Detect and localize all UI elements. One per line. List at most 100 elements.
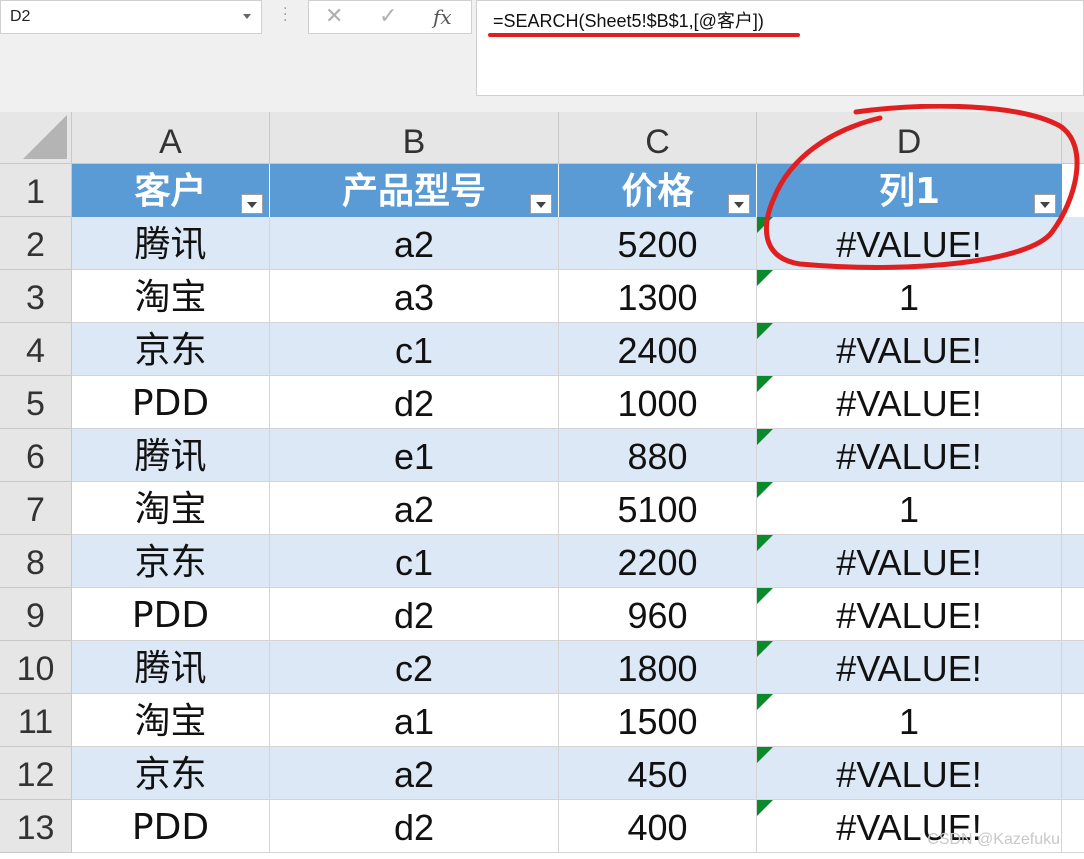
cell-price[interactable]: 1000 (559, 376, 757, 429)
cell-customer[interactable]: 腾讯 (72, 429, 270, 482)
cell-model[interactable]: a3 (270, 270, 559, 323)
error-indicator-icon[interactable] (757, 429, 773, 445)
cell-model[interactable]: a1 (270, 694, 559, 747)
error-indicator-icon[interactable] (757, 217, 773, 233)
cell-value: a2 (393, 754, 435, 795)
column-header-c[interactable]: C (559, 112, 757, 164)
cell-model[interactable]: a2 (270, 217, 559, 270)
row-header[interactable]: 13 (0, 800, 72, 853)
cell-model[interactable]: c2 (270, 641, 559, 694)
cell-search-result[interactable]: #VALUE! (757, 217, 1062, 270)
error-indicator-icon[interactable] (757, 694, 773, 710)
error-indicator-icon[interactable] (757, 747, 773, 763)
cell-customer[interactable]: PDD (72, 800, 270, 853)
table-header-price[interactable]: 价格 (559, 164, 757, 217)
row-header[interactable]: 9 (0, 588, 72, 641)
name-box[interactable]: D2 (0, 0, 262, 34)
cell-model[interactable]: d2 (270, 800, 559, 853)
cell-model[interactable]: a2 (270, 747, 559, 800)
error-indicator-icon[interactable] (757, 800, 773, 816)
row-header[interactable]: 2 (0, 217, 72, 270)
column-header-d[interactable]: D (757, 112, 1062, 164)
filter-dropdown-icon[interactable] (530, 194, 552, 214)
chevron-down-icon[interactable] (243, 14, 251, 19)
drag-handle-icon[interactable]: · · · (283, 2, 287, 28)
error-indicator-icon[interactable] (757, 535, 773, 551)
cell-customer[interactable]: 京东 (72, 535, 270, 588)
cell-customer[interactable]: 腾讯 (72, 641, 270, 694)
cell-model[interactable]: c1 (270, 535, 559, 588)
cell-customer[interactable]: 京东 (72, 323, 270, 376)
cell-value: PDD (131, 383, 210, 424)
column-header-b[interactable]: B (270, 112, 559, 164)
row-header[interactable]: 1 (0, 164, 72, 217)
cell-price[interactable]: 400 (559, 800, 757, 853)
cell-customer[interactable]: 淘宝 (72, 482, 270, 535)
cell-customer[interactable]: PDD (72, 588, 270, 641)
cell-price[interactable]: 1500 (559, 694, 757, 747)
table-header-customer[interactable]: 客户 (72, 164, 270, 217)
cell-value: 880 (627, 436, 688, 477)
cell-customer[interactable]: 淘宝 (72, 270, 270, 323)
cell-value: 淘宝 (134, 489, 207, 530)
formula-input[interactable]: =SEARCH(Sheet5!$B$1,[@客户]) (476, 0, 1084, 96)
cell-model[interactable]: d2 (270, 588, 559, 641)
cell-customer[interactable]: 京东 (72, 747, 270, 800)
error-indicator-icon[interactable] (757, 482, 773, 498)
error-indicator-icon[interactable] (757, 376, 773, 392)
cell-search-result[interactable]: 1 (757, 482, 1062, 535)
error-indicator-icon[interactable] (757, 588, 773, 604)
cell-price[interactable]: 450 (559, 747, 757, 800)
cell-overflow (1062, 323, 1084, 376)
cell-price[interactable]: 2400 (559, 323, 757, 376)
cell-model[interactable]: a2 (270, 482, 559, 535)
cell-search-result[interactable]: #VALUE! (757, 535, 1062, 588)
row-header[interactable]: 5 (0, 376, 72, 429)
cell-customer[interactable]: 腾讯 (72, 217, 270, 270)
cell-price[interactable]: 1300 (559, 270, 757, 323)
enter-icon[interactable]: ✓ (379, 4, 397, 29)
cell-customer[interactable]: PDD (72, 376, 270, 429)
cell-price[interactable]: 880 (559, 429, 757, 482)
table-header-model[interactable]: 产品型号 (270, 164, 559, 217)
row-header[interactable]: 3 (0, 270, 72, 323)
cell-search-result[interactable]: 1 (757, 270, 1062, 323)
cell-search-result[interactable]: 1 (757, 694, 1062, 747)
column-header-a[interactable]: A (72, 112, 270, 164)
cell-price[interactable]: 2200 (559, 535, 757, 588)
cell-model[interactable]: c1 (270, 323, 559, 376)
insert-function-icon[interactable]: fx (433, 5, 452, 29)
filter-dropdown-icon[interactable] (241, 194, 263, 214)
cancel-icon[interactable]: ✕ (325, 4, 343, 29)
row-header[interactable]: 6 (0, 429, 72, 482)
cell-value: a2 (393, 489, 435, 530)
row-header[interactable]: 10 (0, 641, 72, 694)
cell-price[interactable]: 5200 (559, 217, 757, 270)
row-header[interactable]: 12 (0, 747, 72, 800)
filter-dropdown-icon[interactable] (1034, 194, 1056, 214)
cell-model[interactable]: d2 (270, 376, 559, 429)
table-header-col1[interactable]: 列1 (757, 164, 1062, 217)
row-header[interactable]: 4 (0, 323, 72, 376)
cell-search-result[interactable]: #VALUE! (757, 376, 1062, 429)
select-all-button[interactable] (0, 112, 72, 164)
row-header[interactable]: 7 (0, 482, 72, 535)
cell-price[interactable]: 960 (559, 588, 757, 641)
cell-customer[interactable]: 淘宝 (72, 694, 270, 747)
cell-search-result[interactable]: #VALUE! (757, 588, 1062, 641)
cell-search-result[interactable]: #VALUE! (757, 747, 1062, 800)
cell-price[interactable]: 1800 (559, 641, 757, 694)
cell-value: a1 (393, 701, 435, 742)
error-indicator-icon[interactable] (757, 641, 773, 657)
error-indicator-icon[interactable] (757, 270, 773, 286)
cell-search-result[interactable]: #VALUE! (757, 429, 1062, 482)
cell-search-result[interactable]: #VALUE! (757, 323, 1062, 376)
cell-price[interactable]: 5100 (559, 482, 757, 535)
filter-dropdown-icon[interactable] (728, 194, 750, 214)
cell-model[interactable]: e1 (270, 429, 559, 482)
error-indicator-icon[interactable] (757, 323, 773, 339)
cell-search-result[interactable]: #VALUE! (757, 641, 1062, 694)
cell-overflow (1062, 217, 1084, 270)
row-header[interactable]: 8 (0, 535, 72, 588)
row-header[interactable]: 11 (0, 694, 72, 747)
